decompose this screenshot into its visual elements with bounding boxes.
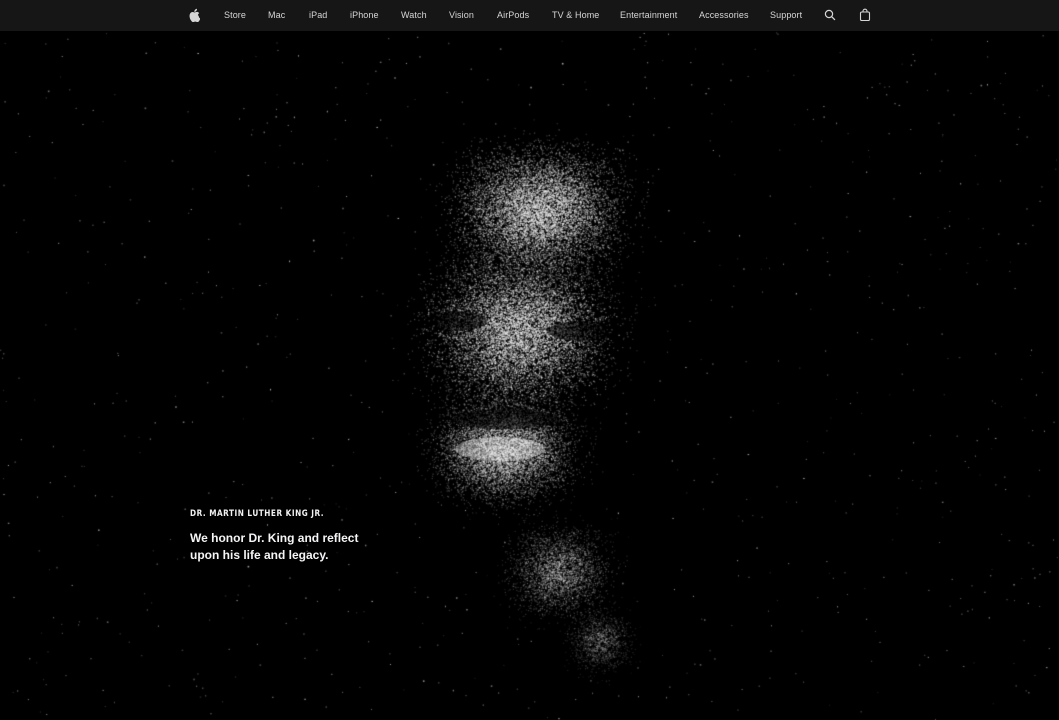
search-icon[interactable]: [824, 8, 838, 22]
nav-item-store[interactable]: Store: [224, 0, 246, 31]
global-nav: Store Mac iPad iPhone Watch Vision AirPo…: [0, 0, 1059, 31]
shopping-bag-icon[interactable]: [859, 8, 873, 22]
nav-item-mac[interactable]: Mac: [268, 0, 285, 31]
nav-list: Store Mac iPad iPhone Watch Vision AirPo…: [0, 0, 1059, 31]
nav-item-entertainment[interactable]: Entertainment: [620, 0, 677, 31]
hero-section: DR. MARTIN LUTHER KING JR. We honor Dr. …: [0, 31, 1059, 720]
nav-item-ipad[interactable]: iPad: [309, 0, 327, 31]
nav-item-accessories[interactable]: Accessories: [699, 0, 749, 31]
nav-item-tv-home[interactable]: TV & Home: [552, 0, 599, 31]
nav-item-support[interactable]: Support: [770, 0, 802, 31]
nav-item-iphone[interactable]: iPhone: [350, 0, 379, 31]
hero-copy: DR. MARTIN LUTHER KING JR. We honor Dr. …: [190, 509, 430, 564]
nav-item-watch[interactable]: Watch: [401, 0, 427, 31]
hero-eyebrow: DR. MARTIN LUTHER KING JR.: [190, 509, 325, 519]
nav-item-vision[interactable]: Vision: [449, 0, 474, 31]
nav-item-airpods[interactable]: AirPods: [497, 0, 529, 31]
particle-portrait-image: [0, 31, 1059, 720]
hero-headline: We honor Dr. King and reflect upon his l…: [190, 531, 359, 562]
